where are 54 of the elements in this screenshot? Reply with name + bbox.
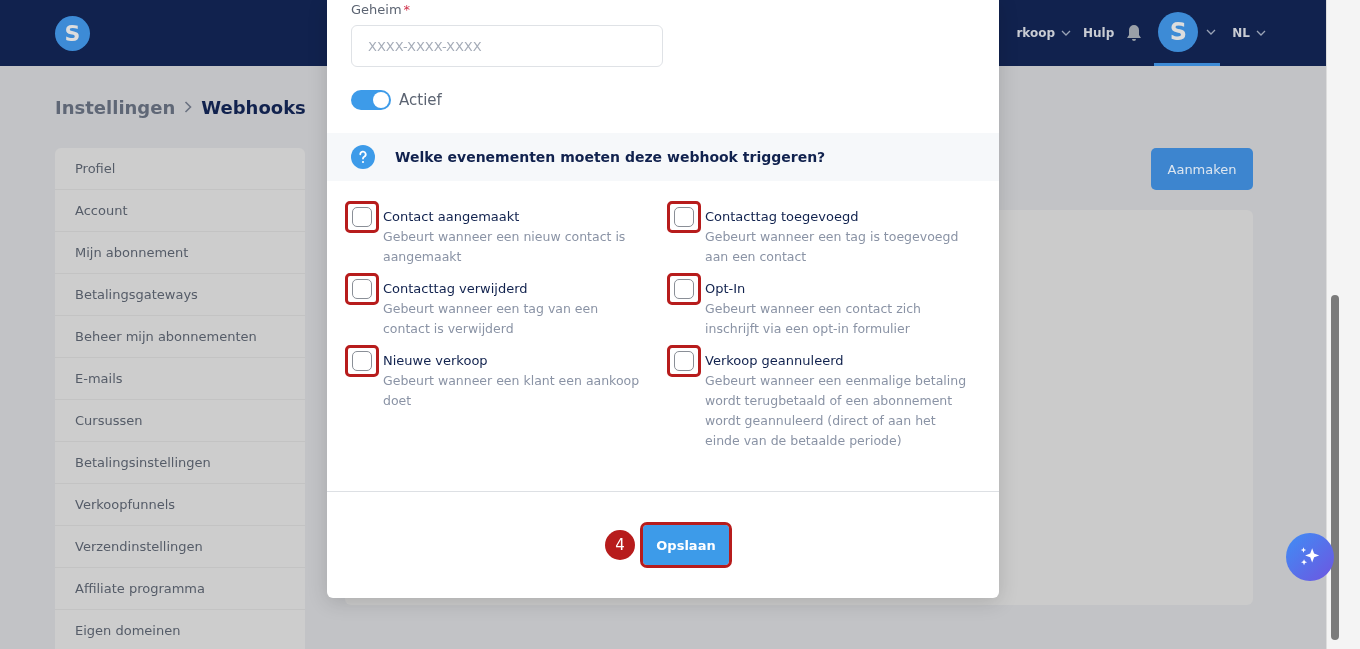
checkbox[interactable] <box>352 351 372 371</box>
scrollbar[interactable] <box>1326 0 1360 649</box>
active-toggle[interactable] <box>351 90 391 110</box>
sidebar-item[interactable]: Mijn abonnement <box>55 232 305 274</box>
sidebar-item[interactable]: Verkoopfunnels <box>55 484 305 526</box>
checkbox[interactable] <box>352 207 372 227</box>
event-label: Nieuwe verkoop <box>383 352 489 370</box>
logo[interactable]: S <box>55 15 90 51</box>
event-label: Contacttag toegevoegd <box>705 208 860 226</box>
sidebar-item[interactable]: Account <box>55 190 305 232</box>
sidebar-item[interactable]: Eigen domeinen <box>55 610 305 649</box>
sidebar-item[interactable]: Cursussen <box>55 400 305 442</box>
section-title: Welke evenementen moeten deze webhook triggeren? <box>395 149 826 165</box>
help-icon <box>351 145 375 169</box>
chevron-down-icon <box>1256 30 1267 36</box>
page-title: Webhooks <box>201 96 306 118</box>
field-label: Geheim* <box>351 2 412 19</box>
event-label: Opt-In <box>705 280 747 298</box>
checkbox[interactable] <box>674 207 694 227</box>
assistant-button[interactable] <box>1286 533 1334 581</box>
event-description: Gebeurt wanneer een tag van een contact is verwijderd <box>383 300 600 338</box>
sidebar-item[interactable]: Beheer mijn abonnementen <box>55 316 305 358</box>
nav-link[interactable]: Hulp <box>1083 26 1115 40</box>
checkbox[interactable] <box>674 351 694 371</box>
event-description: Gebeurt wanneer een contact zich inschrijft via een opt-in formulier <box>705 300 922 338</box>
checkbox[interactable] <box>352 279 372 299</box>
event-description: Gebeurt wanneer een nieuw contact is aangemaakt <box>383 228 627 266</box>
scrollbar-thumb[interactable] <box>1331 295 1340 640</box>
chevron-down-icon <box>1206 28 1217 35</box>
save-button[interactable]: Opslaan <box>643 525 729 565</box>
sidebar-item[interactable]: Betalingsgateways <box>55 274 305 316</box>
sidebar-item[interactable]: Betalingsinstellingen <box>55 442 305 484</box>
event-description: Gebeurt wanneer een klant een aankoop doet <box>383 372 641 410</box>
toggle-label: Actief <box>399 91 442 109</box>
language-selector[interactable]: NL <box>1232 26 1267 40</box>
bell-icon[interactable] <box>1126 24 1143 42</box>
breadcrumb-link[interactable]: Instellingen <box>55 96 176 118</box>
create-button[interactable]: Aanmaken <box>1151 148 1254 190</box>
event-label: Contact aangemaakt <box>383 208 521 226</box>
sidebar-item[interactable]: Profiel <box>55 148 305 190</box>
checkbox[interactable] <box>674 279 694 299</box>
step-badge: 4 <box>605 530 635 560</box>
sidebar-item[interactable]: E-mails <box>55 358 305 400</box>
nav-link[interactable]: rkoop <box>1016 26 1072 40</box>
user-avatar[interactable]: S <box>1158 11 1199 52</box>
sidebar-item[interactable]: Affiliate programma <box>55 568 305 610</box>
secret-input[interactable]: XXXX-XXXX-XXXX <box>351 25 663 67</box>
event-label: Verkoop geannuleerd <box>705 352 845 370</box>
event-description: Gebeurt wanneer een eenmalige betaling wordt terugbetaald of een abonnement wordt geannuleerd (direct of aan het einde van de betaalde periode) <box>705 372 967 450</box>
sidebar-item[interactable]: Verzendinstellingen <box>55 526 305 568</box>
event-description: Gebeurt wanneer een tag is toegevoegd aan een contact <box>705 228 960 266</box>
chevron-right-icon <box>184 101 193 113</box>
event-label: Contacttag verwijderd <box>383 280 529 298</box>
required-mark: * <box>403 2 411 17</box>
